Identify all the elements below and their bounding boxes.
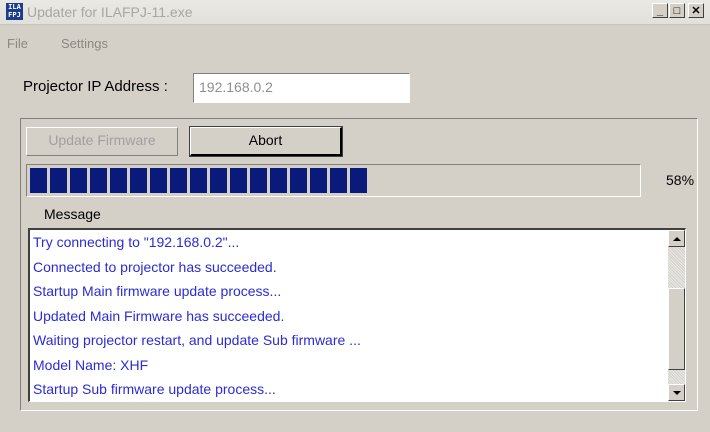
minimize-button[interactable]: _ — [652, 3, 668, 18]
progress-percent: 58% — [666, 172, 695, 188]
maximize-button[interactable]: □ — [669, 3, 685, 18]
close-button[interactable]: ✕ — [688, 3, 704, 18]
progress-bar — [26, 164, 641, 197]
abort-button[interactable]: Abort — [189, 126, 343, 157]
arrow-up-icon — [673, 237, 681, 241]
message-label: Message — [44, 206, 101, 222]
vertical-scrollbar[interactable] — [668, 230, 685, 401]
title-bar[interactable]: ILA FPJ Updater for ILAFPJ-11.exe _ □ ✕ — [0, 0, 710, 25]
message-line: Startup Main firmware update process... — [33, 283, 282, 299]
message-log[interactable]: Try connecting to "192.168.0.2"... Connec… — [28, 228, 686, 402]
window-title: Updater for ILAFPJ-11.exe — [27, 4, 193, 20]
message-line: Startup Sub firmware update process... — [33, 381, 276, 397]
message-line: Waiting projector restart, and update Su… — [33, 332, 361, 348]
message-lines: Try connecting to "192.168.0.2"... Connec… — [33, 230, 663, 401]
ip-address-label: Projector IP Address : — [23, 78, 168, 95]
message-line: Connected to projector has succeeded. — [33, 258, 277, 275]
scroll-thumb[interactable] — [668, 288, 685, 370]
update-firmware-button[interactable]: Update Firmware — [26, 127, 178, 156]
progress-fill — [30, 168, 367, 193]
scroll-up-button[interactable] — [668, 230, 685, 247]
message-line: Model Name: XHF — [33, 356, 149, 373]
menu-file[interactable]: File — [7, 36, 28, 51]
message-line: Updated Main Firmware has succeeded. — [33, 307, 285, 324]
arrow-down-icon — [673, 391, 681, 395]
ip-address-field[interactable]: 192.168.0.2 — [193, 73, 410, 103]
app-icon: ILA FPJ — [6, 3, 23, 20]
message-line: Try connecting to "192.168.0.2"... — [33, 234, 240, 250]
menu-bar: File Settings — [0, 24, 710, 51]
scroll-down-button[interactable] — [668, 384, 685, 401]
menu-settings[interactable]: Settings — [61, 36, 108, 51]
